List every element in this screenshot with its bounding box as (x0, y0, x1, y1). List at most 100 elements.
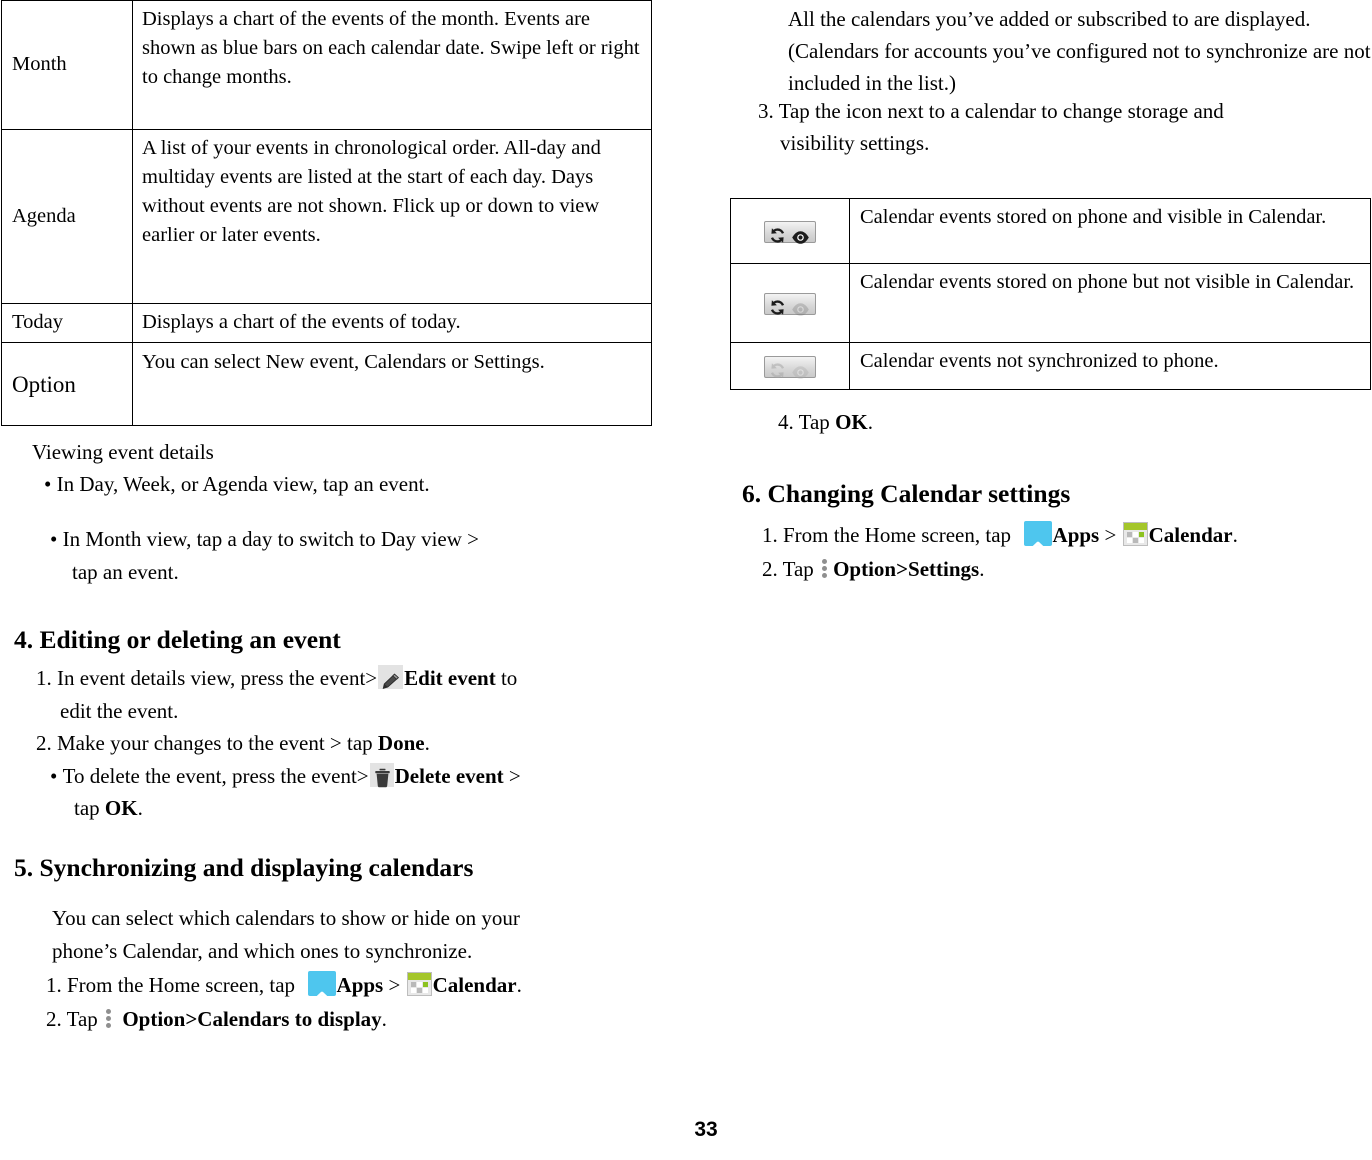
eye-glyph-disabled (791, 297, 810, 326)
viewing-bullet-2: • In Month view, tap a day to switch to … (50, 523, 650, 588)
section-5-step-1: 1. From the Home screen, tap Apps > Cale… (46, 968, 666, 1002)
step-text-after: . (979, 557, 985, 582)
page-number: 33 (694, 1118, 718, 1141)
table-row: Agenda A list of your events in chronolo… (1, 129, 652, 304)
section-5-intro: You can select which calendars to show o… (32, 902, 662, 967)
section-6-step-2: 2. Tap Option>Settings. (762, 552, 1372, 586)
right-step-4: 4. Tap OK. (778, 410, 873, 435)
view-description-today: Displays a chart of the events of today. (132, 303, 652, 343)
step-separator: > (1099, 523, 1122, 547)
bullet-text-before: To delete the event, press the event> (62, 763, 369, 788)
apps-icon[interactable] (307, 971, 336, 1002)
step-separator: > (383, 973, 406, 997)
eye-glyph (791, 225, 810, 254)
calendars-displayed-paragraph: All the calendars you’ve added or subscr… (788, 7, 1371, 95)
calendar-icon-cell (422, 982, 428, 987)
viewing-bullet-2-line-1: In Month view, tap a day to switch to Da… (62, 527, 480, 551)
table-row: Calendar events not synchronized to phon… (730, 342, 1371, 390)
calendar-icon-cell (410, 988, 416, 993)
viewing-event-details-heading: Viewing event details (32, 440, 214, 464)
sync-off-icon[interactable] (764, 355, 816, 379)
calendar-icon-cell (416, 982, 422, 987)
continuation-before: tap (74, 796, 105, 821)
section-6-step-1: 1. From the Home screen, tap Apps > Cale… (762, 518, 1372, 552)
sync-arrows-glyph-disabled (769, 359, 786, 388)
section-6-steps: 1. From the Home screen, tap Apps > Cale… (762, 518, 1372, 586)
view-label-option: Option (12, 371, 76, 397)
chevron-up-glyph (1028, 528, 1047, 562)
section-4-bullet-continuation: tap OK. (50, 792, 656, 825)
apps-label: Apps (336, 973, 384, 997)
right-step-3-line-1: Tap the icon next to a calendar to chang… (778, 99, 1224, 123)
calendar-icon-cell (1126, 532, 1132, 537)
option-calendars-to-display-label: Option>Calendars to display (122, 1007, 382, 1032)
section-5-steps: 1. From the Home screen, tap Apps > Cale… (46, 968, 666, 1036)
step-text-after: . (1232, 523, 1238, 547)
table-row: Calendar events stored on phone and visi… (730, 198, 1371, 264)
right-step-3-line-2: visibility settings. (780, 130, 930, 155)
calendar-icon[interactable] (406, 972, 432, 996)
step-text-before: Tap (782, 557, 820, 582)
apps-label: Apps (1052, 523, 1100, 547)
section-4-bullet: • To delete the event, press the event> D… (36, 760, 656, 825)
pencil-glyph (380, 668, 401, 701)
section-5-intro-line-2: phone’s Calendar, and which ones to sync… (52, 938, 473, 963)
bullet-text-after: > (503, 763, 521, 788)
calendar-icon-header (407, 973, 431, 980)
section-5-heading: 5. Synchronizing and displaying calendar… (14, 853, 474, 882)
calendar-icon-cell (416, 988, 422, 993)
step-number: 1. (36, 666, 52, 690)
calendar-icon-cell (410, 982, 416, 987)
table-row: Calendar events stored on phone but not … (730, 263, 1371, 343)
step-number: 3. (758, 99, 774, 123)
step-text-before: In event details view, press the event> (57, 666, 378, 690)
step-text-before: Make your changes to the event > tap (57, 731, 378, 756)
three-dots-icon[interactable] (822, 559, 828, 579)
step-text-before: Tap (798, 410, 836, 434)
step-text-before: From the Home screen, tap (67, 973, 301, 997)
sync-visible-description: Calendar events stored on phone and visi… (849, 198, 1371, 264)
calendar-icon-cell (1138, 538, 1144, 543)
sync-arrows-glyph (769, 296, 786, 325)
viewing-bullet-1-text: In Day, Week, or Agenda view, tap an eve… (56, 472, 430, 496)
step-text-after: . (424, 731, 430, 756)
calendar-icon[interactable] (1122, 522, 1148, 546)
apps-icon[interactable] (1023, 521, 1052, 552)
view-description-agenda: A list of your events in chronological o… (132, 129, 652, 304)
table-row: Option You can select New event, Calenda… (1, 342, 652, 426)
section-4-step-2: 2. Make your changes to the event > tap … (36, 727, 656, 760)
calendar-views-table: Month Displays a chart of the events of … (1, 0, 652, 426)
calendar-icon-header (1123, 523, 1147, 530)
option-settings-label: Option>Settings (833, 557, 980, 582)
section-6-heading: 6. Changing Calendar settings (742, 479, 1071, 508)
option-label-wrapper: Option (12, 369, 76, 402)
three-dots-icon[interactable] (106, 1009, 112, 1029)
calendar-icon-cell (1126, 538, 1132, 543)
right-step-3: 3. Tap the icon next to a calendar to ch… (758, 96, 1372, 160)
step-number: 2. (36, 731, 52, 756)
section-5-intro-line-1: You can select which calendars to show o… (52, 906, 520, 930)
view-label-today: Today (1, 303, 133, 343)
step-text-after: . (516, 973, 522, 997)
viewing-bullet-2-line-2: tap an event. (72, 559, 179, 584)
edit-event-label: Edit event (404, 666, 496, 690)
step-number: 2. (46, 1007, 62, 1032)
trash-glyph (374, 765, 391, 798)
step-text-after: to (495, 666, 518, 690)
done-label: Done (377, 731, 425, 756)
view-label-agenda: Agenda (1, 129, 133, 304)
eye-glyph-disabled (791, 360, 810, 389)
continuation-after: . (137, 796, 143, 821)
section-5-step-2: 2. Tap Option>Calendars to display. (46, 1002, 666, 1036)
sync-hidden-icon[interactable] (764, 292, 816, 316)
delete-event-label: Delete event (394, 763, 504, 788)
trash-icon (369, 762, 394, 787)
calendar-label: Calendar (432, 973, 517, 997)
step-number: 1. (762, 523, 778, 547)
bullet-glyph: • (44, 472, 57, 496)
step-text-after: . (867, 410, 873, 434)
sync-visible-icon[interactable] (764, 220, 816, 244)
calendar-icon-cell (1132, 538, 1138, 543)
step-text-before: From the Home screen, tap (783, 523, 1017, 547)
section-4-step-1-continuation: edit the event. (60, 698, 179, 723)
